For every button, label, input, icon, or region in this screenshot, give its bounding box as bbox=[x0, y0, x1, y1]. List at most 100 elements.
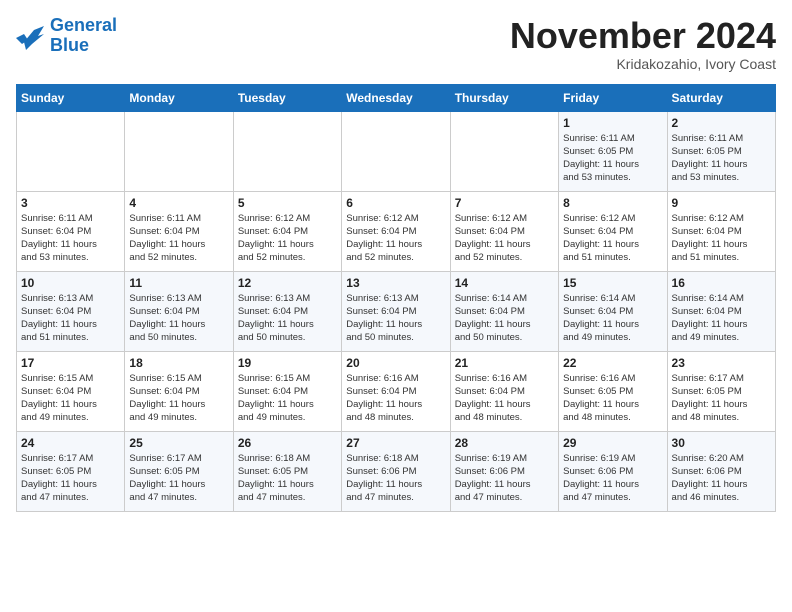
day-detail: Sunrise: 6:13 AM Sunset: 6:04 PM Dayligh… bbox=[129, 292, 228, 345]
calendar-cell: 7 Sunrise: 6:12 AM Sunset: 6:04 PM Daylig… bbox=[450, 191, 558, 271]
logo-line2: Blue bbox=[50, 35, 89, 55]
calendar-cell: 15 Sunrise: 6:14 AM Sunset: 6:04 PM Dayli… bbox=[559, 271, 667, 351]
day-number: 9 bbox=[672, 196, 771, 210]
day-detail: Sunrise: 6:12 AM Sunset: 6:04 PM Dayligh… bbox=[563, 212, 662, 265]
day-detail: Sunrise: 6:15 AM Sunset: 6:04 PM Dayligh… bbox=[129, 372, 228, 425]
calendar-cell bbox=[125, 111, 233, 191]
logo-icon bbox=[16, 22, 46, 50]
day-detail: Sunrise: 6:15 AM Sunset: 6:04 PM Dayligh… bbox=[21, 372, 120, 425]
day-detail: Sunrise: 6:14 AM Sunset: 6:04 PM Dayligh… bbox=[563, 292, 662, 345]
calendar-cell bbox=[233, 111, 341, 191]
calendar-cell: 16Sunrise: 6:14 AM Sunset: 6:04 PM Dayli… bbox=[667, 271, 775, 351]
day-detail: Sunrise: 6:17 AM Sunset: 6:05 PM Dayligh… bbox=[21, 452, 120, 505]
day-number: 17 bbox=[21, 356, 120, 370]
logo-line1: General bbox=[50, 15, 117, 35]
calendar-table: SundayMondayTuesdayWednesdayThursdayFrid… bbox=[16, 84, 776, 512]
calendar-cell: 10 Sunrise: 6:13 AM Sunset: 6:04 PM Dayli… bbox=[17, 271, 125, 351]
calendar-week-1: 1 Sunrise: 6:11 AM Sunset: 6:05 PM Daylig… bbox=[17, 111, 776, 191]
day-number: 15 bbox=[563, 276, 662, 290]
calendar-cell: 29Sunrise: 6:19 AM Sunset: 6:06 PM Dayli… bbox=[559, 431, 667, 511]
day-detail: Sunrise: 6:11 AM Sunset: 6:04 PM Dayligh… bbox=[21, 212, 120, 265]
header-saturday: Saturday bbox=[667, 84, 775, 111]
day-number: 28 bbox=[455, 436, 554, 450]
calendar-week-3: 10 Sunrise: 6:13 AM Sunset: 6:04 PM Dayli… bbox=[17, 271, 776, 351]
day-detail: Sunrise: 6:19 AM Sunset: 6:06 PM Dayligh… bbox=[455, 452, 554, 505]
day-detail: Sunrise: 6:16 AM Sunset: 6:05 PM Dayligh… bbox=[563, 372, 662, 425]
day-number: 23 bbox=[672, 356, 771, 370]
location: Kridakozahio, Ivory Coast bbox=[510, 56, 776, 72]
day-number: 29 bbox=[563, 436, 662, 450]
logo: General Blue bbox=[16, 16, 117, 56]
calendar-cell bbox=[450, 111, 558, 191]
header-wednesday: Wednesday bbox=[342, 84, 450, 111]
calendar-cell: 22 Sunrise: 6:16 AM Sunset: 6:05 PM Dayli… bbox=[559, 351, 667, 431]
day-detail: Sunrise: 6:12 AM Sunset: 6:04 PM Dayligh… bbox=[238, 212, 337, 265]
day-number: 4 bbox=[129, 196, 228, 210]
calendar-cell bbox=[17, 111, 125, 191]
calendar-cell: 13 Sunrise: 6:13 AM Sunset: 6:04 PM Dayli… bbox=[342, 271, 450, 351]
header-tuesday: Tuesday bbox=[233, 84, 341, 111]
calendar-cell: 25Sunrise: 6:17 AM Sunset: 6:05 PM Dayli… bbox=[125, 431, 233, 511]
calendar-cell: 27 Sunrise: 6:18 AM Sunset: 6:06 PM Dayli… bbox=[342, 431, 450, 511]
calendar-cell: 8 Sunrise: 6:12 AM Sunset: 6:04 PM Daylig… bbox=[559, 191, 667, 271]
day-number: 10 bbox=[21, 276, 120, 290]
day-number: 27 bbox=[346, 436, 445, 450]
calendar-cell: 20 Sunrise: 6:16 AM Sunset: 6:04 PM Dayli… bbox=[342, 351, 450, 431]
calendar-cell: 30Sunrise: 6:20 AM Sunset: 6:06 PM Dayli… bbox=[667, 431, 775, 511]
day-number: 8 bbox=[563, 196, 662, 210]
header-monday: Monday bbox=[125, 84, 233, 111]
header: General Blue November 2024 Kridakozahio,… bbox=[16, 16, 776, 72]
calendar-cell: 18 Sunrise: 6:15 AM Sunset: 6:04 PM Dayli… bbox=[125, 351, 233, 431]
calendar-cell: 6 Sunrise: 6:12 AM Sunset: 6:04 PM Daylig… bbox=[342, 191, 450, 271]
day-number: 2 bbox=[672, 116, 771, 130]
day-detail: Sunrise: 6:11 AM Sunset: 6:04 PM Dayligh… bbox=[129, 212, 228, 265]
day-detail: Sunrise: 6:13 AM Sunset: 6:04 PM Dayligh… bbox=[21, 292, 120, 345]
day-detail: Sunrise: 6:11 AM Sunset: 6:05 PM Dayligh… bbox=[672, 132, 771, 185]
day-number: 7 bbox=[455, 196, 554, 210]
calendar-cell: 14Sunrise: 6:14 AM Sunset: 6:04 PM Dayli… bbox=[450, 271, 558, 351]
day-detail: Sunrise: 6:20 AM Sunset: 6:06 PM Dayligh… bbox=[672, 452, 771, 505]
day-number: 11 bbox=[129, 276, 228, 290]
calendar-cell: 24Sunrise: 6:17 AM Sunset: 6:05 PM Dayli… bbox=[17, 431, 125, 511]
day-detail: Sunrise: 6:18 AM Sunset: 6:06 PM Dayligh… bbox=[346, 452, 445, 505]
day-detail: Sunrise: 6:11 AM Sunset: 6:05 PM Dayligh… bbox=[563, 132, 662, 185]
day-number: 1 bbox=[563, 116, 662, 130]
day-number: 26 bbox=[238, 436, 337, 450]
day-detail: Sunrise: 6:18 AM Sunset: 6:05 PM Dayligh… bbox=[238, 452, 337, 505]
header-sunday: Sunday bbox=[17, 84, 125, 111]
calendar-cell: 17 Sunrise: 6:15 AM Sunset: 6:04 PM Dayli… bbox=[17, 351, 125, 431]
calendar-cell: 5 Sunrise: 6:12 AM Sunset: 6:04 PM Daylig… bbox=[233, 191, 341, 271]
month-title: November 2024 bbox=[510, 16, 776, 56]
calendar-cell: 1 Sunrise: 6:11 AM Sunset: 6:05 PM Daylig… bbox=[559, 111, 667, 191]
day-detail: Sunrise: 6:13 AM Sunset: 6:04 PM Dayligh… bbox=[346, 292, 445, 345]
day-detail: Sunrise: 6:16 AM Sunset: 6:04 PM Dayligh… bbox=[346, 372, 445, 425]
day-number: 18 bbox=[129, 356, 228, 370]
day-detail: Sunrise: 6:12 AM Sunset: 6:04 PM Dayligh… bbox=[455, 212, 554, 265]
calendar-week-5: 24Sunrise: 6:17 AM Sunset: 6:05 PM Dayli… bbox=[17, 431, 776, 511]
calendar-cell: 12Sunrise: 6:13 AM Sunset: 6:04 PM Dayli… bbox=[233, 271, 341, 351]
calendar-cell: 19Sunrise: 6:15 AM Sunset: 6:04 PM Dayli… bbox=[233, 351, 341, 431]
day-number: 22 bbox=[563, 356, 662, 370]
header-thursday: Thursday bbox=[450, 84, 558, 111]
day-number: 20 bbox=[346, 356, 445, 370]
day-number: 14 bbox=[455, 276, 554, 290]
day-number: 12 bbox=[238, 276, 337, 290]
day-number: 3 bbox=[21, 196, 120, 210]
day-number: 13 bbox=[346, 276, 445, 290]
calendar-cell: 11 Sunrise: 6:13 AM Sunset: 6:04 PM Dayli… bbox=[125, 271, 233, 351]
day-number: 6 bbox=[346, 196, 445, 210]
calendar-cell: 3 Sunrise: 6:11 AM Sunset: 6:04 PM Daylig… bbox=[17, 191, 125, 271]
calendar-cell: 2 Sunrise: 6:11 AM Sunset: 6:05 PM Daylig… bbox=[667, 111, 775, 191]
day-detail: Sunrise: 6:17 AM Sunset: 6:05 PM Dayligh… bbox=[129, 452, 228, 505]
logo-text: General Blue bbox=[50, 16, 117, 56]
day-detail: Sunrise: 6:15 AM Sunset: 6:04 PM Dayligh… bbox=[238, 372, 337, 425]
header-friday: Friday bbox=[559, 84, 667, 111]
day-detail: Sunrise: 6:14 AM Sunset: 6:04 PM Dayligh… bbox=[672, 292, 771, 345]
day-detail: Sunrise: 6:12 AM Sunset: 6:04 PM Dayligh… bbox=[346, 212, 445, 265]
day-detail: Sunrise: 6:12 AM Sunset: 6:04 PM Dayligh… bbox=[672, 212, 771, 265]
day-number: 21 bbox=[455, 356, 554, 370]
calendar-cell: 26 Sunrise: 6:18 AM Sunset: 6:05 PM Dayli… bbox=[233, 431, 341, 511]
title-block: November 2024 Kridakozahio, Ivory Coast bbox=[510, 16, 776, 72]
calendar-cell: 9 Sunrise: 6:12 AM Sunset: 6:04 PM Daylig… bbox=[667, 191, 775, 271]
day-number: 5 bbox=[238, 196, 337, 210]
